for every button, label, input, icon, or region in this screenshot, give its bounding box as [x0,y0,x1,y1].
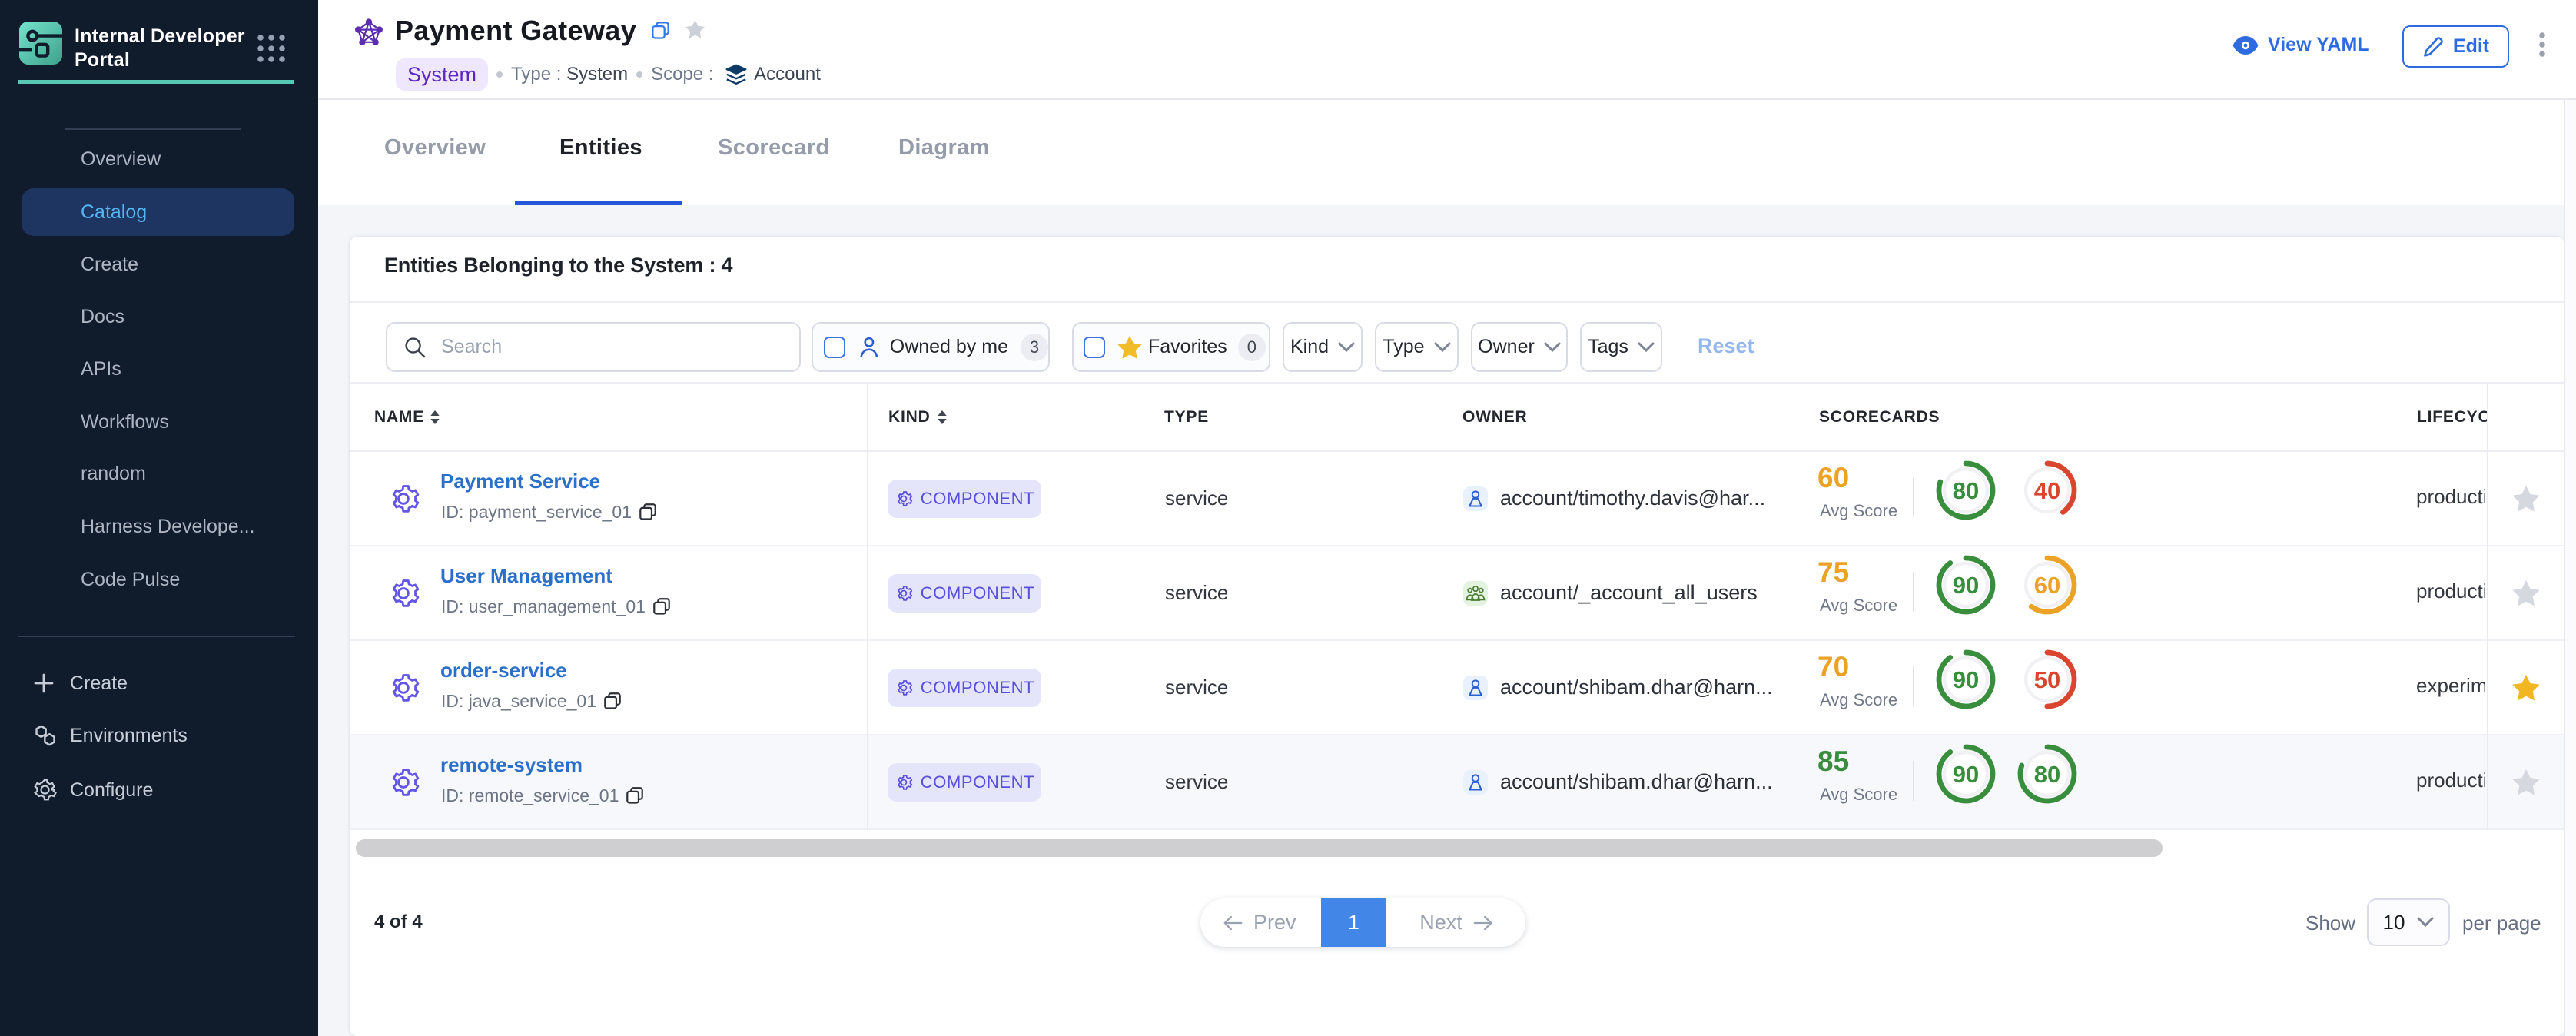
svg-text:90: 90 [1952,761,1978,788]
svg-text:90: 90 [1952,666,1978,693]
svg-text:80: 80 [1952,477,1978,504]
svg-text:50: 50 [2033,666,2060,693]
svg-text:60: 60 [2033,572,2060,599]
svg-text:40: 40 [2033,477,2060,504]
svg-text:90: 90 [1952,572,1978,599]
svg-text:80: 80 [2033,761,2060,788]
